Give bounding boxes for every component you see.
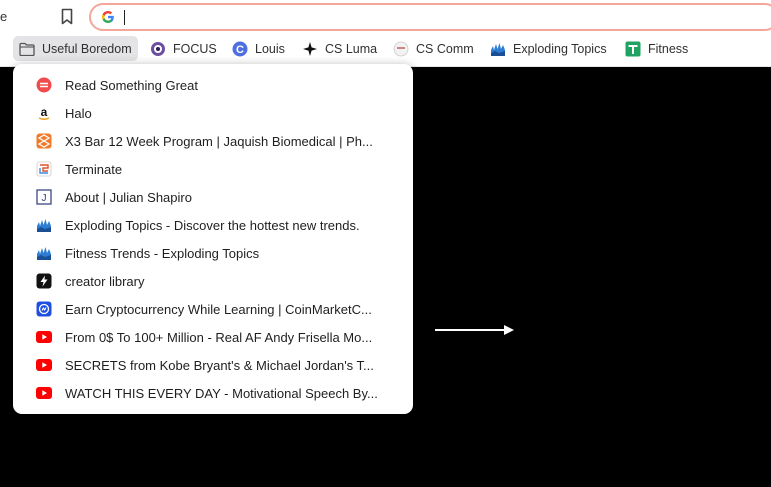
amazon-icon: a: [36, 105, 52, 121]
exploding-topics-icon: [36, 245, 52, 261]
dropdown-item-label: X3 Bar 12 Week Program | Jaquish Biomedi…: [65, 133, 373, 149]
dropdown-item[interactable]: a Halo: [13, 99, 413, 127]
dropdown-item[interactable]: Terminate: [13, 155, 413, 183]
dropdown-item-label: Earn Cryptocurrency While Learning | Coi…: [65, 301, 372, 317]
dropdown-item-label: Fitness Trends - Exploding Topics: [65, 245, 260, 261]
dropdown-item[interactable]: WATCH THIS EVERY DAY - Motivational Spee…: [13, 379, 413, 407]
focus-icon: [150, 41, 166, 57]
text-caret: [124, 10, 125, 25]
bookmark-focus[interactable]: FOCUS: [144, 36, 223, 61]
dropdown-item-label: Terminate: [65, 161, 123, 177]
bookmark-cs-comm[interactable]: CS Comm: [387, 36, 480, 61]
youtube-icon: [36, 385, 52, 401]
truncated-toolbar-text: e: [0, 9, 8, 24]
dropdown-item[interactable]: From 0$ To 100+ Million - Real AF Andy F…: [13, 323, 413, 351]
dropdown-item-label: Exploding Topics - Discover the hottest …: [65, 217, 360, 233]
coinmarketcap-icon: [36, 301, 52, 317]
dropdown-item[interactable]: Earn Cryptocurrency While Learning | Coi…: [13, 295, 413, 323]
dropdown-item-label: From 0$ To 100+ Million - Real AF Andy F…: [65, 329, 373, 345]
dropdown-item-label: Read Something Great: [65, 77, 198, 93]
louis-c-icon: C: [232, 41, 248, 57]
sheets-icon: [625, 41, 641, 57]
dropdown-item[interactable]: Fitness Trends - Exploding Topics: [13, 239, 413, 267]
comm-icon: [393, 41, 409, 57]
bookmark-label: FOCUS: [173, 41, 217, 56]
dropdown-item[interactable]: X3 Bar 12 Week Program | Jaquish Biomedi…: [13, 127, 413, 155]
bookmark-exploding-topics[interactable]: Exploding Topics: [484, 36, 613, 61]
julian-j-icon: J: [36, 189, 52, 205]
bookmark-label: Useful Boredom: [42, 41, 132, 56]
dropdown-item-label: WATCH THIS EVERY DAY - Motivational Spee…: [65, 385, 378, 401]
terminate-icon: [36, 161, 52, 177]
bookmark-label: CS Comm: [416, 41, 474, 56]
lightning-icon: [36, 273, 52, 289]
bookmark-fitness[interactable]: Fitness: [619, 36, 694, 61]
exploding-topics-icon: [490, 41, 506, 57]
bookmark-folder-useful-boredom[interactable]: Useful Boredom: [13, 36, 138, 61]
bookmark-label: Fitness: [648, 41, 689, 56]
youtube-icon: [36, 357, 52, 373]
folder-icon: [19, 41, 35, 57]
dropdown-item[interactable]: SECRETS from Kobe Bryant's & Michael Jor…: [13, 351, 413, 379]
svg-text:J: J: [42, 193, 47, 204]
dropdown-item[interactable]: J About | Julian Shapiro: [13, 183, 413, 211]
svg-text:a: a: [41, 105, 48, 119]
bookmark-folder-dropdown: Read Something Great a Halo X3 Bar 12 We…: [13, 64, 413, 414]
jaquish-icon: [36, 133, 52, 149]
exploding-topics-icon: [36, 217, 52, 233]
bookmark-label: CS Luma: [325, 41, 378, 56]
dropdown-item[interactable]: Read Something Great: [13, 71, 413, 99]
dropdown-item-label: SECRETS from Kobe Bryant's & Michael Jor…: [65, 357, 374, 373]
bookmark-icon[interactable]: [59, 8, 75, 25]
bookmark-label: Exploding Topics: [513, 41, 607, 56]
dropdown-item-label: Halo: [65, 105, 92, 121]
dropdown-item-label: About | Julian Shapiro: [65, 189, 192, 205]
dropdown-item[interactable]: creator library: [13, 267, 413, 295]
bookmark-label: Louis: [255, 41, 285, 56]
bookmarks-bar: Useful Boredom FOCUS C Louis CS Luma CS …: [0, 33, 771, 67]
dropdown-item[interactable]: Exploding Topics - Discover the hottest …: [13, 211, 413, 239]
sparkle-icon: [302, 41, 318, 57]
bookmark-louis[interactable]: C Louis: [226, 36, 291, 61]
google-icon: [101, 10, 114, 24]
youtube-icon: [36, 329, 52, 345]
read-something-great-icon: [36, 77, 52, 93]
svg-text:C: C: [236, 44, 244, 56]
dropdown-item-label: creator library: [65, 273, 145, 289]
arrow-icon: [435, 325, 514, 335]
address-bar[interactable]: [89, 3, 771, 31]
bookmark-cs-luma[interactable]: CS Luma: [296, 36, 383, 61]
browser-toolbar: e: [0, 0, 771, 33]
